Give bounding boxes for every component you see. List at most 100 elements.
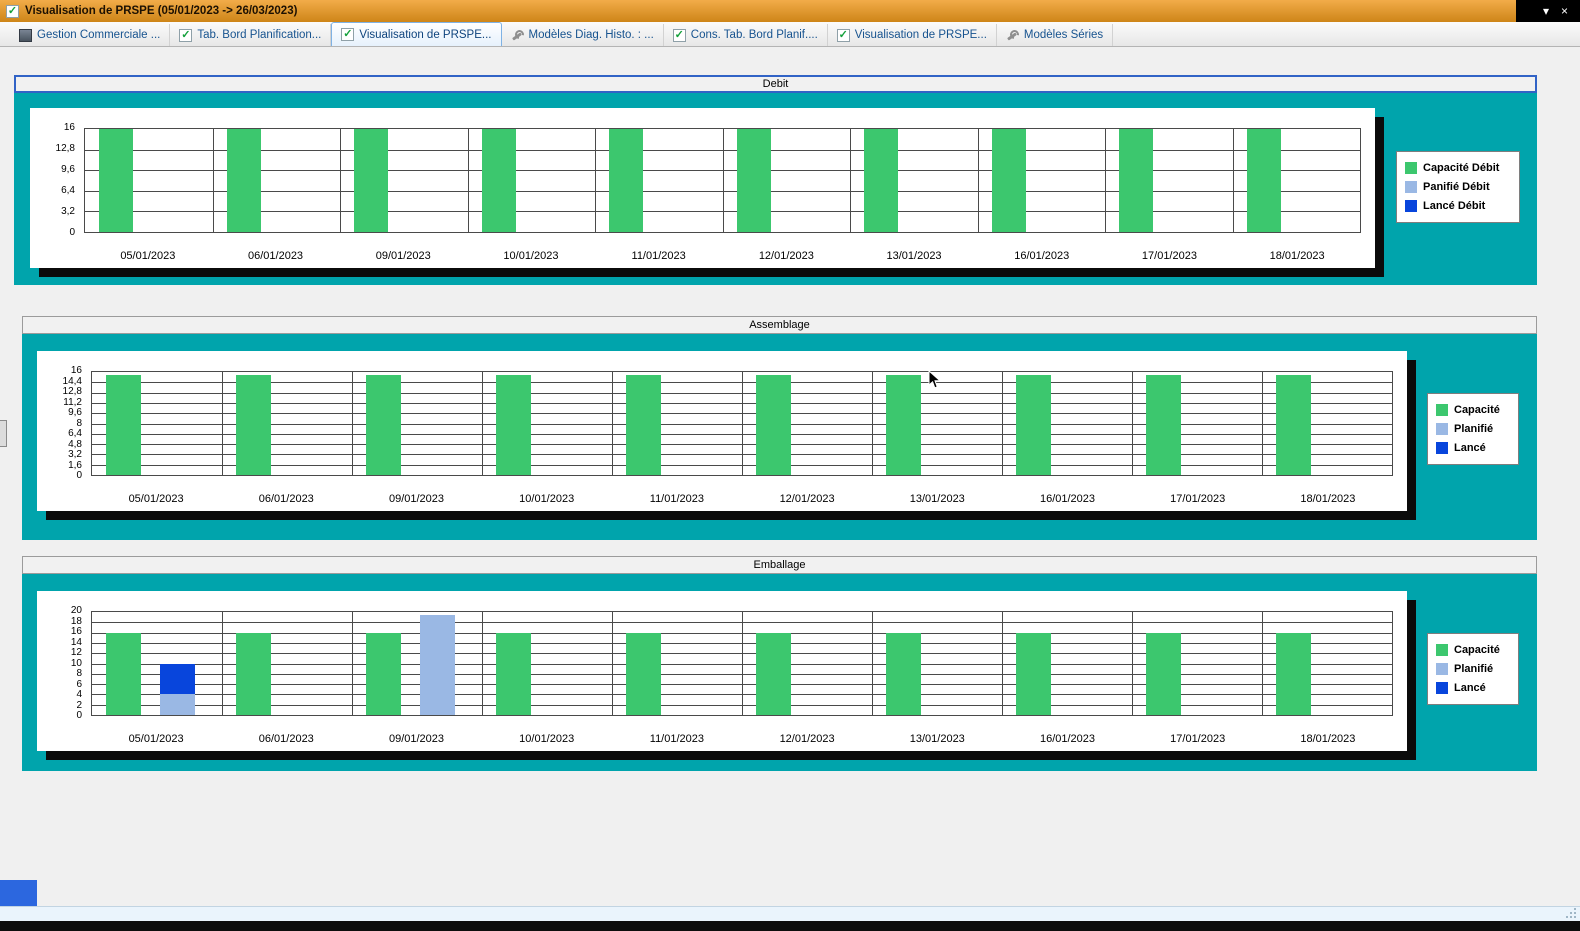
app-icon: ✓ [6,5,19,18]
x-axis: 05/01/202306/01/202309/01/202310/01/2023… [84,248,1361,264]
y-tick-label: 9,6 [68,408,82,418]
x-tick-label: 06/01/2023 [212,250,340,262]
bar-capacity [1119,129,1153,232]
x-tick-label: 10/01/2023 [482,733,612,745]
plot-area [91,611,1393,716]
tab-label: Cons. Tab. Bord Planif.... [691,29,818,41]
y-tick-label: 0 [69,228,75,238]
tab-tab-bord-planification[interactable]: ✓Tab. Bord Planification... [170,24,331,46]
y-tick-label: 6,4 [68,429,82,439]
legend-swatch [1405,200,1417,212]
tab-bar: Gestion Commerciale ... ✓Tab. Bord Planif… [0,22,1580,47]
category-group [1105,129,1233,232]
category-group [92,372,222,475]
bar-capacity [1016,375,1051,475]
bar-capacity [496,633,531,715]
left-splitter-handle[interactable] [0,420,7,447]
tab-label: Gestion Commerciale ... [37,29,160,41]
wrench-icon [511,29,524,42]
window-controls: ▾ × [1516,0,1580,22]
x-tick-label: 16/01/2023 [1002,733,1132,745]
tab-mod-les-s-ries[interactable]: Modèles Séries [997,24,1113,46]
legend-swatch [1436,663,1448,675]
category-group [213,129,341,232]
category-group [352,372,482,475]
category-group [1132,372,1262,475]
tab-visualisation-de-prspe[interactable]: ✓ Visualisation de PRSPE... [331,22,501,46]
category-group [1262,612,1392,715]
x-tick-label: 18/01/2023 [1263,733,1393,745]
wrench-icon [1006,29,1019,42]
category-group [978,129,1106,232]
y-tick-label: 2 [76,701,82,711]
y-axis: 1612,89,66,43,20 [30,128,80,233]
chart-canvas-emballage: 20181614121086420 05/01/202306/01/202309… [37,591,1407,751]
x-axis: 05/01/202306/01/202309/01/202310/01/2023… [91,491,1393,507]
bar-capacity [496,375,531,475]
legend-label: Lancé [1454,682,1486,694]
panel-debit: Debit 1612,89,66,43,20 05/01/202306/01/2… [14,75,1537,285]
category-group [482,612,612,715]
x-axis: 05/01/202306/01/202309/01/202310/01/2023… [91,731,1393,747]
legend-label: Planifié [1454,663,1493,675]
y-tick-label: 3,2 [68,450,82,460]
x-tick-label: 16/01/2023 [978,250,1106,262]
tab-mod-les-diag-histo[interactable]: Modèles Diag. Histo. : ... [502,24,664,46]
bar-capacity [1016,633,1051,715]
tab-label: Visualisation de PRSPE... [359,29,491,41]
x-tick-label: 17/01/2023 [1133,733,1263,745]
bar-capacity [227,129,261,232]
y-tick-label: 8 [76,419,82,429]
legend-label: Capacité Débit [1423,162,1499,174]
green-check-icon: ✓ [837,29,850,42]
window-title: Visualisation de PRSPE (05/01/2023 -> 26… [25,5,297,17]
y-tick-label: 14,4 [63,377,82,387]
bar-capacity [864,129,898,232]
legend-label: Panifié Débit [1423,181,1490,193]
x-tick-label: 09/01/2023 [351,493,481,505]
category-group [222,612,352,715]
x-tick-label: 18/01/2023 [1263,493,1393,505]
bar-planned [420,615,455,715]
x-tick-label: 10/01/2023 [467,250,595,262]
category-group [612,612,742,715]
tab-visualisation-de-prspe[interactable]: ✓Visualisation de PRSPE... [828,24,997,46]
tab-cons-tab-bord-planif[interactable]: ✓Cons. Tab. Bord Planif.... [664,24,828,46]
panel-title: Emballage [754,559,806,571]
y-tick-label: 16 [71,627,82,637]
x-tick-label: 17/01/2023 [1133,493,1263,505]
x-tick-label: 13/01/2023 [872,733,1002,745]
plot-area [91,371,1393,476]
y-tick-label: 12,8 [63,387,82,397]
bar-capacity [1276,375,1311,475]
y-tick-label: 1,6 [68,461,82,471]
x-tick-label: 09/01/2023 [351,733,481,745]
panel-body-emballage: 20181614121086420 05/01/202306/01/202309… [22,574,1537,771]
legend-swatch [1436,404,1448,416]
green-check-icon: ✓ [341,28,354,41]
resize-grip[interactable] [1565,907,1578,920]
bar-capacity [482,129,516,232]
panel-assemblage: Assemblage 1614,412,811,29,686,44,83,21,… [22,316,1537,540]
category-group [352,612,482,715]
category-group [222,372,352,475]
y-tick-label: 6 [76,680,82,690]
bar-capacity [1146,375,1181,475]
y-tick-label: 16 [64,123,75,133]
window-bottom-edge [0,921,1580,931]
legend-swatch [1436,644,1448,656]
close-button[interactable]: × [1561,5,1568,17]
plot-area [84,128,1361,233]
category-group [340,129,468,232]
x-tick-label: 17/01/2023 [1106,250,1234,262]
y-tick-label: 0 [76,711,82,721]
app-cube-icon [19,29,32,42]
category-group [85,129,213,232]
x-tick-label: 05/01/2023 [91,493,221,505]
x-tick-label: 13/01/2023 [850,250,978,262]
tab-gestion-commerciale[interactable]: Gestion Commerciale ... [10,24,170,46]
legend-item: Planifié [1436,663,1510,675]
legend-label: Capacité [1454,644,1500,656]
minimize-button[interactable]: ▾ [1543,5,1549,17]
bar-capacity [886,633,921,715]
